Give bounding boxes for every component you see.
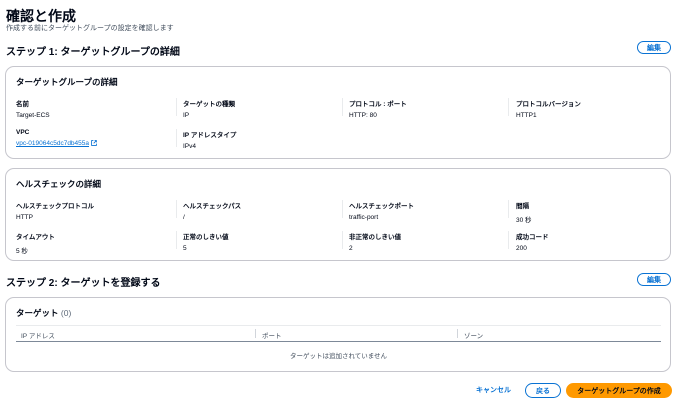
field-protocol-version-value: HTTP1 [516, 112, 537, 119]
back-button[interactable]: 戻る [525, 383, 561, 398]
targets-card: ターゲット (0) IP アドレス ポート ゾーン ターゲットは追加されていませ… [5, 297, 671, 372]
field-unhealthy-threshold-value: 2 [349, 245, 353, 252]
column-header-zone[interactable]: ゾーン [464, 330, 483, 340]
field-target-type-label: ターゲットの種類 [183, 101, 235, 108]
targets-heading-text: ターゲット [16, 308, 59, 318]
targets-count: (0) [60, 308, 72, 318]
targets-empty-message: ターゲットは追加されていません [289, 353, 388, 360]
field-hc-path-value: / [183, 214, 185, 221]
target-group-details-heading: ターゲットグループの詳細 [16, 77, 118, 87]
column-divider [342, 200, 343, 218]
vpc-link-text[interactable]: vpc-019064c5dc7db455a [16, 140, 89, 147]
column-resize-handle[interactable] [255, 329, 256, 338]
field-name: 名前 Target-ECS [16, 98, 176, 119]
field-timeout-label: タイムアウト [16, 234, 55, 241]
field-interval-value: 30 秒 [516, 217, 532, 224]
field-ip-address-type-value: IPv4 [183, 143, 197, 150]
targets-heading: ターゲット (0) [16, 307, 71, 319]
field-protocol-version: プロトコルバージョン HTTP1 [516, 98, 676, 119]
field-healthy-threshold-value: 5 [183, 245, 187, 252]
field-protocol-port: プロトコル : ポート HTTP: 80 [349, 98, 509, 119]
field-hc-port-label: ヘルスチェックポート [349, 203, 414, 210]
field-unhealthy-threshold-label: 非正常のしきい値 [349, 234, 401, 241]
field-success-codes-label: 成功コード [516, 234, 549, 241]
field-timeout: タイムアウト 5 秒 [16, 231, 176, 255]
field-timeout-value: 5 秒 [16, 248, 28, 255]
column-divider [176, 129, 177, 147]
target-group-details-card: ターゲットグループの詳細 名前 Target-ECS ターゲットの種類 IP プ… [5, 66, 671, 159]
field-unhealthy-threshold: 非正常のしきい値 2 [349, 231, 509, 252]
step2-title: ステップ 2: ターゲットを登録する [6, 278, 161, 289]
field-healthy-threshold: 正常のしきい値 5 [183, 231, 343, 252]
create-target-group-button[interactable]: ターゲットグループの作成 [566, 383, 672, 398]
page-subtitle: 作成する前にターゲットグループの設定を確認します [6, 25, 174, 32]
field-protocol-port-label: プロトコル : ポート [349, 101, 407, 108]
field-hc-path: ヘルスチェックパス / [183, 200, 343, 221]
field-healthy-threshold-label: 正常のしきい値 [183, 234, 229, 241]
field-success-codes: 成功コード 200 [516, 231, 676, 252]
field-success-codes-value: 200 [516, 245, 527, 252]
field-hc-path-label: ヘルスチェックパス [183, 203, 242, 210]
cancel-button[interactable]: キャンセル [476, 385, 511, 395]
targets-table-header: IP アドレス ポート ゾーン [16, 326, 661, 342]
field-protocol-port-value: HTTP: 80 [349, 112, 377, 119]
field-name-label: 名前 [16, 101, 29, 108]
field-hc-protocol-value: HTTP [16, 214, 33, 221]
field-ip-address-type-label: IP アドレスタイプ [183, 132, 237, 139]
column-divider [508, 200, 509, 218]
field-hc-protocol: ヘルスチェックプロトコル HTTP [16, 200, 176, 221]
health-check-details-card: ヘルスチェックの詳細 ヘルスチェックプロトコル HTTP ヘルスチェックパス /… [5, 168, 671, 261]
column-divider [176, 98, 177, 116]
field-interval-label: 間隔 [516, 203, 529, 210]
vpc-link[interactable]: vpc-019064c5dc7db455a [16, 140, 176, 147]
external-link-icon [91, 140, 97, 147]
field-hc-port: ヘルスチェックポート traffic-port [349, 200, 509, 221]
field-protocol-version-label: プロトコルバージョン [516, 101, 581, 108]
step2-edit-button[interactable]: 編集 [637, 273, 671, 286]
field-target-type-value: IP [183, 112, 190, 119]
field-vpc: VPC vpc-019064c5dc7db455a [16, 129, 176, 147]
field-vpc-label: VPC [16, 129, 30, 136]
health-check-details-heading: ヘルスチェックの詳細 [16, 179, 102, 189]
column-header-ip-address[interactable]: IP アドレス [21, 330, 55, 340]
field-target-type: ターゲットの種類 IP [183, 98, 343, 119]
targets-table: IP アドレス ポート ゾーン ターゲットは追加されていません [16, 325, 661, 367]
field-hc-protocol-label: ヘルスチェックプロトコル [16, 203, 94, 210]
field-name-value: Target-ECS [16, 112, 50, 119]
step1-title: ステップ 1: ターゲットグループの詳細 [6, 47, 180, 58]
column-divider [176, 231, 177, 249]
column-divider [508, 231, 509, 249]
column-divider [342, 231, 343, 249]
column-resize-handle[interactable] [457, 329, 458, 338]
column-divider [176, 200, 177, 218]
column-divider [508, 98, 509, 116]
field-interval: 間隔 30 秒 [516, 200, 676, 224]
column-divider [342, 98, 343, 116]
field-hc-port-value: traffic-port [349, 214, 379, 221]
field-ip-address-type: IP アドレスタイプ IPv4 [183, 129, 343, 150]
step1-edit-button[interactable]: 編集 [637, 41, 671, 54]
column-header-port[interactable]: ポート [262, 330, 282, 340]
